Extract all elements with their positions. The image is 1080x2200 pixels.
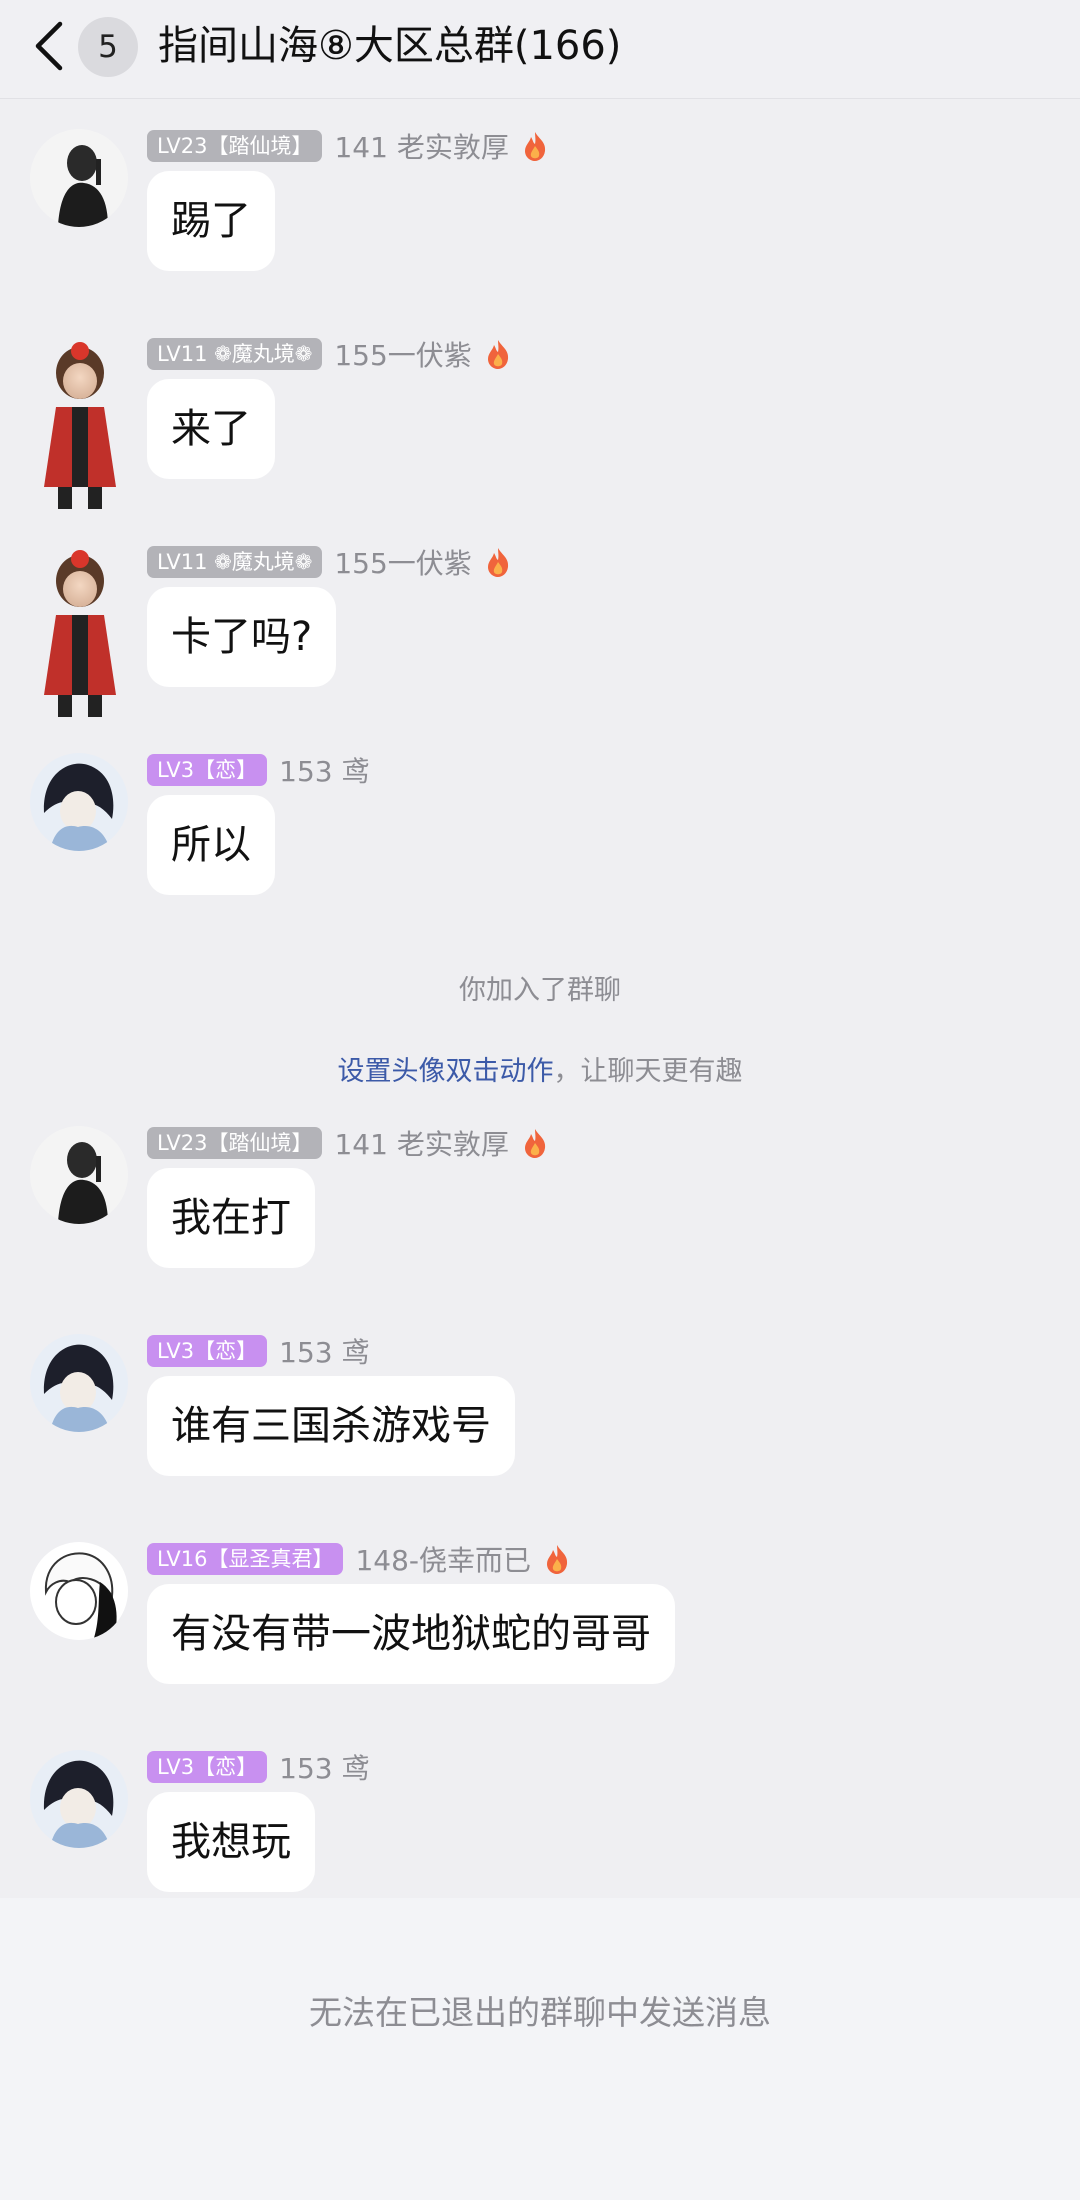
message-bubble[interactable]: 所以	[147, 795, 275, 895]
sender-name[interactable]: 155一伏紫	[334, 334, 471, 374]
unread-count-badge[interactable]: 5	[78, 17, 138, 77]
message-bubble[interactable]: 踢了	[147, 171, 275, 271]
message-bubble[interactable]: 谁有三国杀游戏号	[147, 1376, 515, 1476]
message-bubble[interactable]: 我想玩	[147, 1792, 315, 1892]
group-title[interactable]: 指间山海⑧大区总群(166)	[158, 16, 621, 76]
message-bubble[interactable]: 卡了吗?	[147, 587, 337, 687]
message-bubble[interactable]: 有没有带一波地狱蛇的哥哥	[147, 1584, 675, 1684]
level-badge: LV16【显圣真君】	[147, 1543, 344, 1575]
input-disabled-footer: 无法在已退出的群聊中发送消息	[0, 1898, 1080, 2200]
level-badge: LV3【恋】	[147, 754, 268, 786]
avatar[interactable]	[30, 129, 128, 227]
flame-icon	[524, 132, 545, 161]
avatar[interactable]	[30, 1750, 128, 1848]
flame-icon	[524, 1129, 545, 1158]
avatar[interactable]	[30, 1542, 128, 1640]
flame-icon	[487, 548, 508, 577]
level-badge: LV3【恋】	[147, 1335, 268, 1367]
message-list[interactable]: LV23【踏仙境】 141 老实敦厚 踢了 LV11 ❁魔丸境❁ 155一伏紫 …	[0, 99, 1080, 1897]
sender-name[interactable]: 148-侥幸而已	[355, 1539, 531, 1579]
sender-name[interactable]: 141 老实敦厚	[334, 126, 508, 166]
sender-meta: LV3【恋】 153 鸢	[147, 1747, 369, 1787]
sender-meta: LV23【踏仙境】 141 老实敦厚	[147, 126, 549, 166]
avatar[interactable]	[30, 337, 130, 512]
set-avatar-action-link[interactable]: 设置头像双击动作	[338, 1056, 554, 1087]
system-joined-notice: 你加入了群聊	[459, 975, 621, 1006]
level-badge: LV11 ❁魔丸境❁	[147, 338, 323, 370]
flame-icon	[487, 340, 508, 369]
sender-name[interactable]: 153 鸢	[279, 1747, 369, 1787]
level-badge: LV23【踏仙境】	[147, 1127, 323, 1159]
level-badge: LV23【踏仙境】	[147, 130, 323, 162]
sender-name[interactable]: 141 老实敦厚	[334, 1123, 508, 1163]
sender-meta: LV16【显圣真君】 148-侥幸而已	[147, 1539, 571, 1579]
avatar[interactable]	[30, 545, 130, 720]
message-bubble[interactable]: 来了	[147, 379, 275, 479]
back-arrow-icon[interactable]	[30, 18, 70, 74]
sender-name[interactable]: 155一伏紫	[334, 542, 471, 582]
level-badge: LV11 ❁魔丸境❁	[147, 546, 323, 578]
system-tip-text: ，让聊天更有趣	[553, 1056, 743, 1087]
flame-icon	[547, 1545, 568, 1574]
message-bubble[interactable]: 我在打	[147, 1168, 315, 1268]
sender-meta: LV11 ❁魔丸境❁ 155一伏紫	[147, 542, 512, 582]
system-tip: 设置头像双击动作，让聊天更有趣	[0, 1049, 1080, 1088]
sender-name[interactable]: 153 鸢	[279, 1331, 369, 1371]
cannot-send-notice: 无法在已退出的群聊中发送消息	[309, 1993, 771, 2032]
sender-meta: LV11 ❁魔丸境❁ 155一伏紫	[147, 334, 512, 374]
level-badge: LV3【恋】	[147, 1751, 268, 1783]
sender-meta: LV3【恋】 153 鸢	[147, 1331, 369, 1371]
sender-meta: LV23【踏仙境】 141 老实敦厚	[147, 1123, 549, 1163]
sender-meta: LV3【恋】 153 鸢	[147, 750, 369, 790]
sender-name[interactable]: 153 鸢	[279, 750, 369, 790]
avatar[interactable]	[30, 753, 128, 851]
avatar[interactable]	[30, 1334, 128, 1432]
chat-header: 5 指间山海⑧大区总群(166)	[0, 0, 1080, 99]
avatar[interactable]	[30, 1126, 128, 1224]
